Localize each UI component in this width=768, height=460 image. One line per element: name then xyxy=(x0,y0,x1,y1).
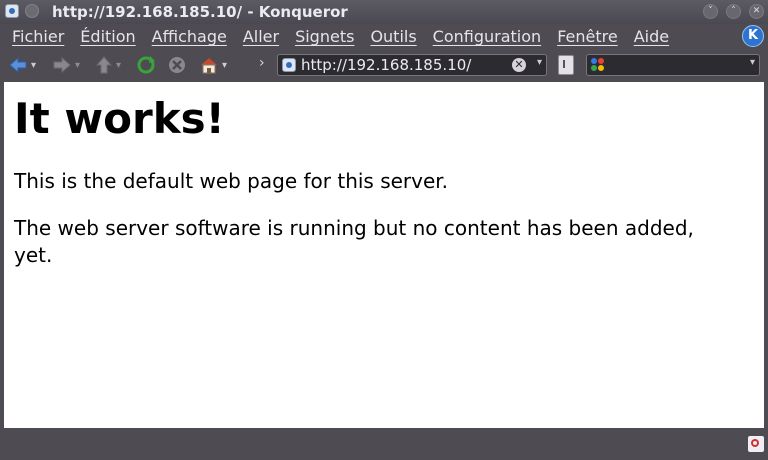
paragraph: This is the default web page for this se… xyxy=(14,169,449,193)
url-input[interactable]: http://192.168.185.10/ xyxy=(301,56,471,74)
pin-icon[interactable] xyxy=(25,4,39,18)
stop-icon xyxy=(169,57,185,73)
maximize-icon[interactable]: ˄ xyxy=(726,4,741,19)
chevron-down-icon[interactable]: ▾ xyxy=(75,60,80,71)
page-title: It works! xyxy=(14,94,225,143)
close-icon[interactable]: ✕ xyxy=(749,4,764,19)
menu-outils[interactable]: Outils xyxy=(362,27,424,46)
status-bar xyxy=(0,430,768,460)
back-button[interactable]: ▾ xyxy=(8,55,36,75)
title-bar[interactable]: http://192.168.185.10/ - Konqueror ˅ ˄ ✕ xyxy=(0,0,768,24)
arrow-left-icon xyxy=(9,56,27,74)
url-bar[interactable]: http://192.168.185.10/ ✕ ▾ xyxy=(277,54,547,76)
chevron-down-icon[interactable]: ▾ xyxy=(31,60,36,71)
menu-configuration[interactable]: Configuration xyxy=(425,27,550,46)
stop-button[interactable] xyxy=(168,55,186,75)
konqueror-icon[interactable] xyxy=(5,4,19,18)
menu-fichier[interactable]: Fichier xyxy=(4,27,72,46)
up-button[interactable]: ▾ xyxy=(95,55,121,75)
menu-affichage[interactable]: Affichage xyxy=(144,27,235,46)
menu-fenetre[interactable]: Fenêtre xyxy=(549,27,626,46)
search-box[interactable]: ▾ xyxy=(586,54,760,76)
arrow-up-icon xyxy=(95,56,113,74)
window-title: http://192.168.185.10/ - Konqueror xyxy=(52,3,348,21)
chevron-down-icon[interactable]: ▾ xyxy=(222,60,227,71)
reload-icon xyxy=(137,56,155,74)
menu-aller[interactable]: Aller xyxy=(235,27,287,46)
kde-logo-icon[interactable]: K xyxy=(742,25,764,47)
page-content[interactable]: It works! This is the default web page f… xyxy=(4,82,764,428)
menu-edition[interactable]: Édition xyxy=(72,27,143,46)
paragraph: The web server software is running but n… xyxy=(14,216,694,267)
menu-aide[interactable]: Aide xyxy=(626,27,677,46)
page-favicon-icon xyxy=(282,58,296,72)
search-engine-icon[interactable] xyxy=(591,58,605,72)
reload-button[interactable] xyxy=(136,55,156,75)
adblock-icon[interactable] xyxy=(748,436,764,452)
forward-button[interactable]: ▾ xyxy=(52,55,80,75)
arrow-right-icon xyxy=(53,56,71,74)
menu-signets[interactable]: Signets xyxy=(287,27,362,46)
chevron-down-icon[interactable]: ▾ xyxy=(750,57,755,68)
home-icon xyxy=(201,58,217,74)
location-separator: › xyxy=(259,55,265,71)
bookmark-icon[interactable] xyxy=(558,55,574,75)
home-button[interactable]: ▾ xyxy=(199,55,227,75)
minimize-icon[interactable]: ˅ xyxy=(703,4,718,19)
chevron-down-icon[interactable]: ▾ xyxy=(116,60,121,71)
chevron-down-icon[interactable]: ▾ xyxy=(537,57,542,68)
menu-bar: Fichier Édition Affichage Aller Signets … xyxy=(0,24,768,50)
clear-url-icon[interactable]: ✕ xyxy=(512,58,526,72)
